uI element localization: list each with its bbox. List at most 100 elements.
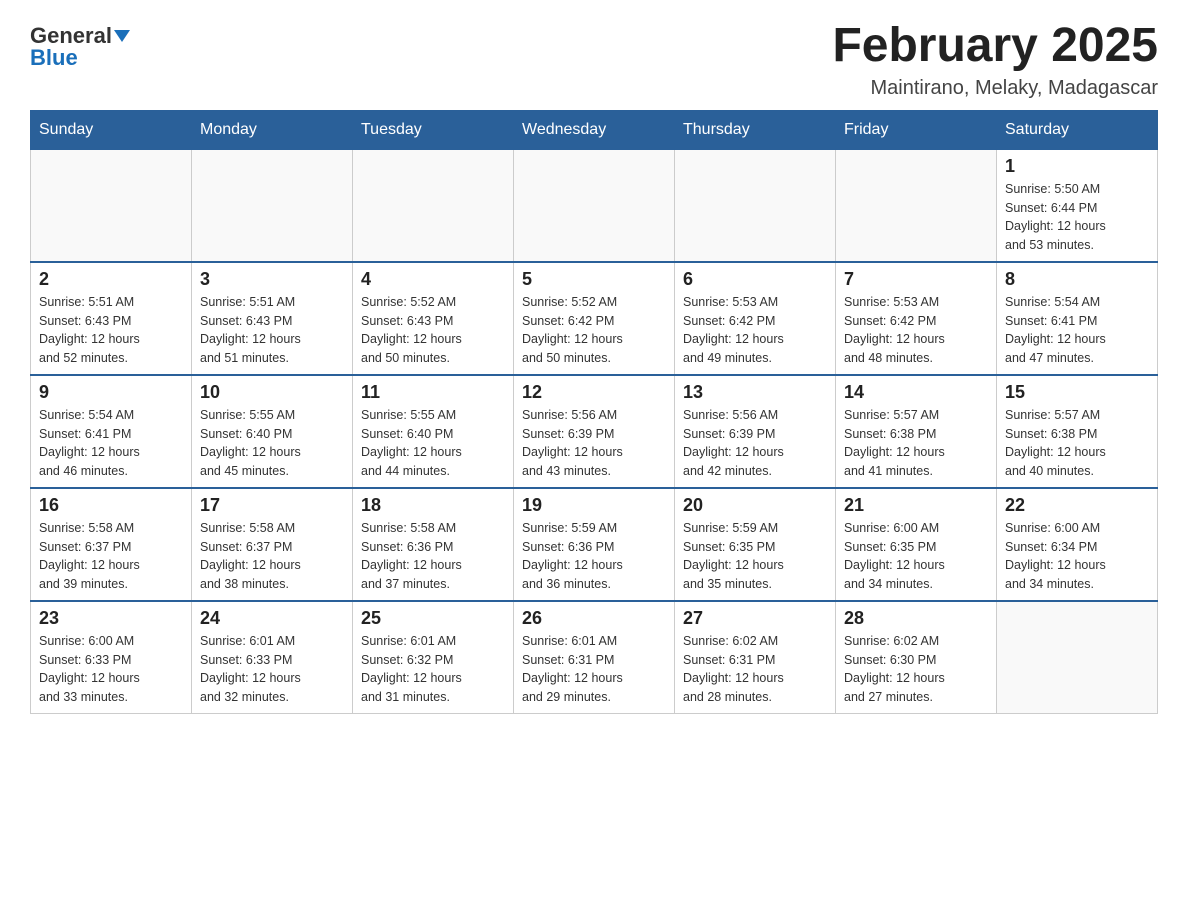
day-info: Sunrise: 5:52 AMSunset: 6:42 PMDaylight:… <box>522 293 666 368</box>
day-info: Sunrise: 5:59 AMSunset: 6:35 PMDaylight:… <box>683 519 827 594</box>
table-row <box>514 149 675 262</box>
logo: General Blue <box>30 25 130 69</box>
table-row: 16 Sunrise: 5:58 AMSunset: 6:37 PMDayligh… <box>31 488 192 601</box>
table-row: 10 Sunrise: 5:55 AMSunset: 6:40 PMDayligh… <box>192 375 353 488</box>
table-row: 19 Sunrise: 5:59 AMSunset: 6:36 PMDayligh… <box>514 488 675 601</box>
logo-general: General <box>30 25 112 47</box>
day-info: Sunrise: 6:00 AMSunset: 6:34 PMDaylight:… <box>1005 519 1149 594</box>
day-number: 25 <box>361 608 505 629</box>
day-number: 3 <box>200 269 344 290</box>
day-info: Sunrise: 5:51 AMSunset: 6:43 PMDaylight:… <box>200 293 344 368</box>
day-info: Sunrise: 5:54 AMSunset: 6:41 PMDaylight:… <box>39 406 183 481</box>
calendar-week-row: 9 Sunrise: 5:54 AMSunset: 6:41 PMDaylight… <box>31 375 1158 488</box>
day-info: Sunrise: 5:52 AMSunset: 6:43 PMDaylight:… <box>361 293 505 368</box>
table-row <box>353 149 514 262</box>
day-info: Sunrise: 5:51 AMSunset: 6:43 PMDaylight:… <box>39 293 183 368</box>
day-info: Sunrise: 6:02 AMSunset: 6:31 PMDaylight:… <box>683 632 827 707</box>
day-number: 14 <box>844 382 988 403</box>
day-number: 8 <box>1005 269 1149 290</box>
table-row: 25 Sunrise: 6:01 AMSunset: 6:32 PMDayligh… <box>353 601 514 714</box>
day-number: 1 <box>1005 156 1149 177</box>
day-number: 16 <box>39 495 183 516</box>
table-row <box>836 149 997 262</box>
day-number: 12 <box>522 382 666 403</box>
table-row: 18 Sunrise: 5:58 AMSunset: 6:36 PMDayligh… <box>353 488 514 601</box>
calendar-table: Sunday Monday Tuesday Wednesday Thursday… <box>30 110 1158 714</box>
day-number: 10 <box>200 382 344 403</box>
day-info: Sunrise: 5:59 AMSunset: 6:36 PMDaylight:… <box>522 519 666 594</box>
header-wednesday: Wednesday <box>514 110 675 149</box>
day-number: 6 <box>683 269 827 290</box>
calendar-week-row: 1 Sunrise: 5:50 AMSunset: 6:44 PMDaylight… <box>31 149 1158 262</box>
table-row <box>31 149 192 262</box>
day-info: Sunrise: 5:57 AMSunset: 6:38 PMDaylight:… <box>844 406 988 481</box>
day-info: Sunrise: 6:01 AMSunset: 6:31 PMDaylight:… <box>522 632 666 707</box>
day-number: 27 <box>683 608 827 629</box>
table-row: 23Sunrise: 6:00 AMSunset: 6:33 PMDayligh… <box>31 601 192 714</box>
header-saturday: Saturday <box>997 110 1158 149</box>
day-number: 4 <box>361 269 505 290</box>
table-row: 7Sunrise: 5:53 AMSunset: 6:42 PMDaylight… <box>836 262 997 375</box>
day-number: 15 <box>1005 382 1149 403</box>
day-number: 19 <box>522 495 666 516</box>
day-number: 9 <box>39 382 183 403</box>
day-number: 11 <box>361 382 505 403</box>
day-info: Sunrise: 6:01 AMSunset: 6:33 PMDaylight:… <box>200 632 344 707</box>
day-info: Sunrise: 5:57 AMSunset: 6:38 PMDaylight:… <box>1005 406 1149 481</box>
day-info: Sunrise: 5:56 AMSunset: 6:39 PMDaylight:… <box>522 406 666 481</box>
table-row: 1 Sunrise: 5:50 AMSunset: 6:44 PMDaylight… <box>997 149 1158 262</box>
day-info: Sunrise: 5:50 AMSunset: 6:44 PMDaylight:… <box>1005 180 1149 255</box>
day-number: 5 <box>522 269 666 290</box>
table-row: 26 Sunrise: 6:01 AMSunset: 6:31 PMDayligh… <box>514 601 675 714</box>
table-row: 2 Sunrise: 5:51 AMSunset: 6:43 PMDaylight… <box>31 262 192 375</box>
day-info: Sunrise: 6:01 AMSunset: 6:32 PMDaylight:… <box>361 632 505 707</box>
header-thursday: Thursday <box>675 110 836 149</box>
table-row: 20 Sunrise: 5:59 AMSunset: 6:35 PMDayligh… <box>675 488 836 601</box>
day-info: Sunrise: 6:02 AMSunset: 6:30 PMDaylight:… <box>844 632 988 707</box>
day-info: Sunrise: 5:58 AMSunset: 6:36 PMDaylight:… <box>361 519 505 594</box>
header-sunday: Sunday <box>31 110 192 149</box>
day-number: 2 <box>39 269 183 290</box>
table-row: 14 Sunrise: 5:57 AMSunset: 6:38 PMDayligh… <box>836 375 997 488</box>
calendar-week-row: 2 Sunrise: 5:51 AMSunset: 6:43 PMDaylight… <box>31 262 1158 375</box>
table-row: 8 Sunrise: 5:54 AMSunset: 6:41 PMDaylight… <box>997 262 1158 375</box>
day-number: 13 <box>683 382 827 403</box>
day-number: 22 <box>1005 495 1149 516</box>
day-info: Sunrise: 5:53 AMSunset: 6:42 PMDaylight:… <box>683 293 827 368</box>
calendar-header-row: Sunday Monday Tuesday Wednesday Thursday… <box>31 110 1158 149</box>
table-row: 22 Sunrise: 6:00 AMSunset: 6:34 PMDayligh… <box>997 488 1158 601</box>
table-row: 21Sunrise: 6:00 AMSunset: 6:35 PMDayligh… <box>836 488 997 601</box>
header-tuesday: Tuesday <box>353 110 514 149</box>
table-row: 5 Sunrise: 5:52 AMSunset: 6:42 PMDaylight… <box>514 262 675 375</box>
table-row: 12 Sunrise: 5:56 AMSunset: 6:39 PMDayligh… <box>514 375 675 488</box>
table-row <box>192 149 353 262</box>
table-row <box>997 601 1158 714</box>
day-info: Sunrise: 5:58 AMSunset: 6:37 PMDaylight:… <box>39 519 183 594</box>
day-number: 26 <box>522 608 666 629</box>
title-section: February 2025 Maintirano, Melaky, Madaga… <box>832 20 1158 100</box>
table-row: 17 Sunrise: 5:58 AMSunset: 6:37 PMDayligh… <box>192 488 353 601</box>
day-number: 18 <box>361 495 505 516</box>
logo-triangle-icon <box>114 30 130 42</box>
day-number: 24 <box>200 608 344 629</box>
day-info: Sunrise: 5:55 AMSunset: 6:40 PMDaylight:… <box>200 406 344 481</box>
day-number: 17 <box>200 495 344 516</box>
table-row: 27 Sunrise: 6:02 AMSunset: 6:31 PMDayligh… <box>675 601 836 714</box>
page-header: General Blue February 2025 Maintirano, M… <box>30 20 1158 100</box>
day-info: Sunrise: 5:58 AMSunset: 6:37 PMDaylight:… <box>200 519 344 594</box>
table-row: 24 Sunrise: 6:01 AMSunset: 6:33 PMDayligh… <box>192 601 353 714</box>
month-title: February 2025 <box>832 20 1158 73</box>
calendar-week-row: 16 Sunrise: 5:58 AMSunset: 6:37 PMDayligh… <box>31 488 1158 601</box>
header-friday: Friday <box>836 110 997 149</box>
day-info: Sunrise: 5:56 AMSunset: 6:39 PMDaylight:… <box>683 406 827 481</box>
table-row: 13 Sunrise: 5:56 AMSunset: 6:39 PMDayligh… <box>675 375 836 488</box>
day-info: Sunrise: 5:53 AMSunset: 6:42 PMDaylight:… <box>844 293 988 368</box>
table-row: 4 Sunrise: 5:52 AMSunset: 6:43 PMDaylight… <box>353 262 514 375</box>
day-number: 20 <box>683 495 827 516</box>
table-row: 15 Sunrise: 5:57 AMSunset: 6:38 PMDayligh… <box>997 375 1158 488</box>
calendar-week-row: 23Sunrise: 6:00 AMSunset: 6:33 PMDayligh… <box>31 601 1158 714</box>
table-row: 28Sunrise: 6:02 AMSunset: 6:30 PMDayligh… <box>836 601 997 714</box>
table-row: 9 Sunrise: 5:54 AMSunset: 6:41 PMDaylight… <box>31 375 192 488</box>
day-info: Sunrise: 5:54 AMSunset: 6:41 PMDaylight:… <box>1005 293 1149 368</box>
day-info: Sunrise: 6:00 AMSunset: 6:35 PMDaylight:… <box>844 519 988 594</box>
